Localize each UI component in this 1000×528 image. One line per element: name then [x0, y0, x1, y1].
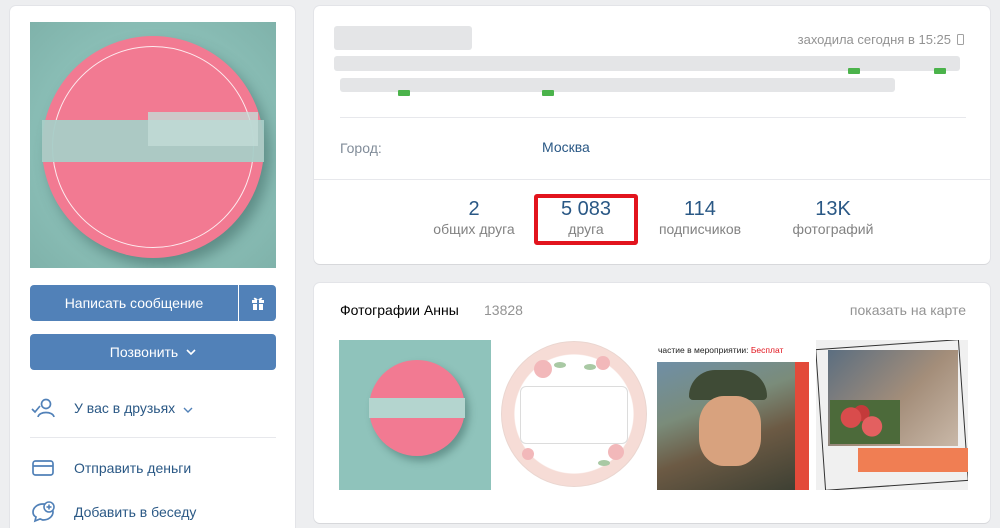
status-emoji — [542, 90, 554, 96]
friends-status-menu[interactable]: У вас в друзьях — [30, 396, 193, 420]
show-on-map-link[interactable]: показать на карте — [850, 302, 966, 318]
profile-avatar[interactable] — [30, 22, 276, 268]
city-link[interactable]: Москва — [542, 139, 590, 155]
call-button[interactable]: Позвонить — [30, 334, 276, 370]
status-emoji — [398, 90, 410, 96]
status-emoji — [934, 68, 946, 74]
counter-photos[interactable]: 13K фотографий — [780, 198, 886, 238]
gift-button[interactable] — [239, 285, 276, 321]
photo-thumbnail[interactable] — [339, 340, 491, 490]
write-message-button[interactable]: Написать сообщение — [30, 285, 238, 321]
photos-card: Фотографии Анны 13828 показать на карте … — [314, 283, 990, 523]
wallet-icon — [30, 457, 56, 479]
add-to-chat-label: Добавить в беседу — [74, 504, 197, 520]
counter-common-friends[interactable]: 2 общих друга — [422, 198, 526, 238]
send-money-label: Отправить деньги — [74, 460, 192, 476]
counters-divider — [314, 179, 990, 180]
mobile-icon — [957, 34, 964, 45]
counter-label: общих друга — [433, 221, 515, 237]
counter-label: фотографий — [792, 221, 874, 237]
avatar-band-highlight — [148, 112, 258, 146]
call-button-label: Позвонить — [109, 344, 179, 360]
counter-value: 13K — [815, 198, 851, 220]
red-highlight-box — [534, 194, 638, 245]
info-divider — [340, 117, 966, 118]
chat-add-icon — [30, 501, 56, 523]
friends-status-label: У вас в друзьях — [74, 400, 176, 416]
blurred-status-line-1 — [334, 56, 960, 71]
counter-value: 2 — [468, 198, 480, 220]
gift-icon — [251, 297, 264, 310]
counter-value: 114 — [684, 198, 716, 220]
chevron-down-icon — [183, 400, 193, 416]
photos-count: 13828 — [484, 302, 523, 318]
city-label: Город: — [340, 140, 382, 156]
blurred-status-line-2 — [340, 78, 895, 92]
profile-sidebar: Написать сообщение Позвонить У вас в дру… — [10, 6, 295, 528]
blurred-name — [334, 26, 472, 50]
send-money-menu[interactable]: Отправить деньги — [30, 456, 191, 480]
photo-thumbnail[interactable] — [498, 340, 650, 490]
last-seen-text: заходила сегодня в 15:25 — [797, 32, 951, 47]
counter-label: подписчиков — [658, 221, 742, 237]
user-check-icon — [30, 397, 56, 419]
photo-thumbnail[interactable]: частие в мероприятии: Бесплат — [657, 340, 809, 490]
thumbnail-caption: частие в мероприятии: Бесплат — [658, 345, 784, 355]
status-emoji — [848, 68, 860, 74]
chevron-down-icon — [186, 346, 196, 358]
counter-followers[interactable]: 114 подписчиков — [647, 198, 753, 238]
add-to-chat-menu[interactable]: Добавить в беседу — [30, 500, 196, 524]
photos-title[interactable]: Фотографии Анны — [340, 302, 459, 318]
online-status: заходила сегодня в 15:25 — [798, 32, 964, 47]
photo-thumbnail[interactable] — [816, 340, 968, 490]
profile-info-card: заходила сегодня в 15:25 Город: Москва 2… — [314, 6, 990, 264]
sidebar-divider — [30, 437, 276, 438]
